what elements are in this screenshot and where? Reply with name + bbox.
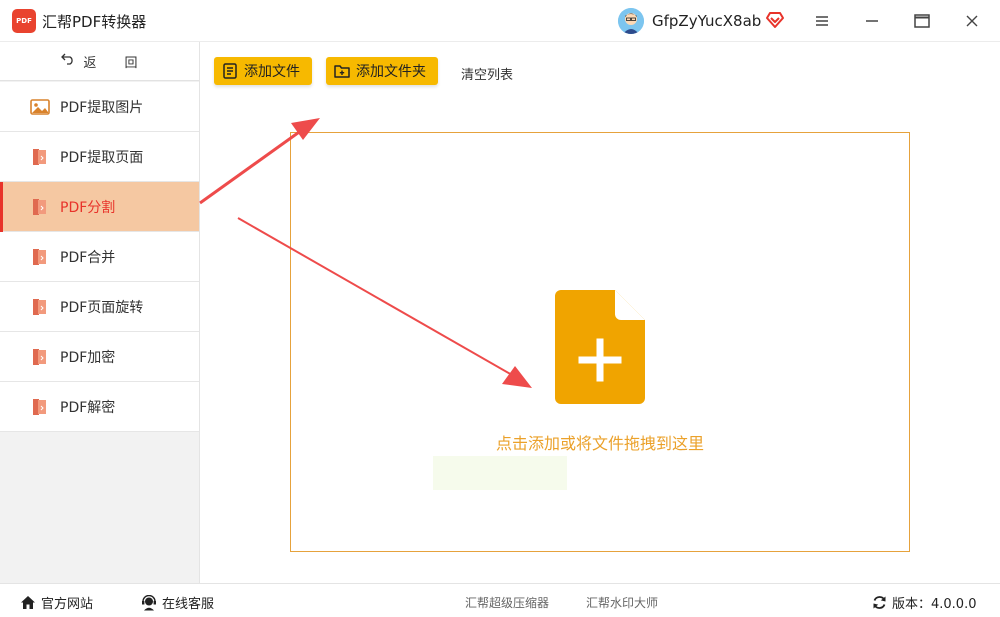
back-arrow-icon (61, 53, 75, 69)
sidebar-item-label: PDF提取页面 (60, 149, 144, 166)
maximize-icon[interactable] (911, 10, 933, 32)
folder-add-icon (334, 65, 350, 78)
app-logo-icon: PDF (12, 9, 36, 33)
file-list-icon (223, 63, 237, 79)
sidebar-item-label: PDF页面旋转 (60, 299, 144, 316)
add-file-icon[interactable] (555, 290, 645, 404)
faint-overlay (433, 456, 567, 490)
add-file-button[interactable]: 添加文件 (214, 57, 312, 85)
version-info[interactable]: 版本：4.0.0.0 (872, 593, 976, 612)
sidebar: 返 回 PDF提取图片 PDF提取页面 PDF分割 PDF合并 PDF页面旋转 … (0, 42, 200, 583)
sidebar-item-label: PDF提取图片 (60, 99, 144, 116)
sidebar-item-encrypt[interactable]: PDF加密 (0, 332, 199, 382)
footer-bar: 官方网站 在线客服 汇帮超级压缩器 汇帮水印大师 版本：4.0.0.0 (0, 583, 1000, 617)
sidebar-item-extract-pages[interactable]: PDF提取页面 (0, 132, 199, 182)
clear-list-button[interactable]: 清空列表 (461, 64, 513, 83)
refresh-icon (873, 596, 886, 609)
tool-nav: PDF提取图片 PDF提取页面 PDF分割 PDF合并 PDF页面旋转 PDF加… (0, 82, 199, 432)
version-label: 版本：4.0.0.0 (892, 597, 977, 612)
menu-icon[interactable] (811, 10, 833, 32)
file-drop-zone[interactable]: 点击添加或将文件拖拽到这里 (290, 132, 910, 552)
sidebar-item-split[interactable]: PDF分割 (0, 182, 199, 232)
sidebar-item-extract-images[interactable]: PDF提取图片 (0, 82, 199, 132)
back-button[interactable]: 返 回 (0, 42, 199, 81)
online-service-label: 在线客服 (162, 597, 215, 612)
home-icon (21, 596, 35, 609)
pdf-icon (30, 248, 50, 266)
pdf-icon (30, 398, 50, 416)
sidebar-item-label: PDF加密 (60, 349, 116, 366)
pdf-icon (30, 198, 50, 216)
pdf-icon (30, 148, 50, 166)
title-bar: PDF 汇帮PDF转换器 GfpZyYucX8ab (0, 0, 1000, 42)
watermark-link[interactable]: 汇帮水印大师 (586, 594, 658, 611)
image-icon (30, 98, 50, 116)
pdf-icon (30, 298, 50, 316)
add-folder-label: 添加文件夹 (356, 64, 426, 80)
sidebar-item-merge[interactable]: PDF合并 (0, 232, 199, 282)
online-service-link[interactable]: 在线客服 (141, 593, 214, 612)
add-file-label: 添加文件 (244, 64, 300, 80)
add-folder-button[interactable]: 添加文件夹 (326, 57, 438, 85)
official-site-label: 官方网站 (41, 597, 94, 612)
support-agent-icon (142, 594, 156, 610)
main-panel: 添加文件 添加文件夹 清空列表 点击添加或将文件拖拽到这里 (200, 42, 1000, 583)
vip-diamond-icon[interactable] (765, 11, 785, 29)
sidebar-item-label: PDF解密 (60, 399, 116, 416)
official-site-link[interactable]: 官方网站 (20, 593, 93, 612)
sidebar-item-label: PDF合并 (60, 249, 116, 266)
avatar[interactable] (618, 8, 644, 34)
sidebar-item-label: PDF分割 (60, 199, 116, 216)
drop-hint-text: 点击添加或将文件拖拽到这里 (495, 434, 704, 453)
close-icon[interactable] (961, 10, 983, 32)
minimize-icon[interactable] (861, 10, 883, 32)
back-label: 返 回 (83, 55, 150, 71)
username[interactable]: GfpZyYucX8ab (652, 12, 761, 30)
sidebar-item-rotate[interactable]: PDF页面旋转 (0, 282, 199, 332)
pdf-icon (30, 348, 50, 366)
app-title: 汇帮PDF转换器 (42, 13, 147, 31)
sidebar-item-decrypt[interactable]: PDF解密 (0, 382, 199, 432)
compressor-link[interactable]: 汇帮超级压缩器 (465, 594, 549, 611)
